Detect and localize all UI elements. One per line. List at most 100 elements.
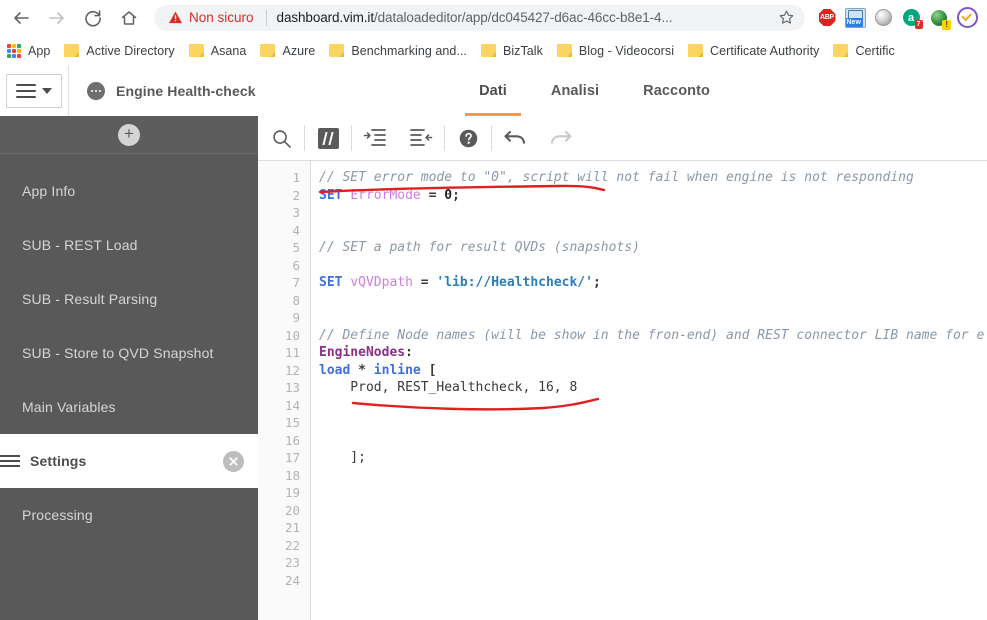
sidebar-item-sub-result-parsing[interactable]: SUB - Result Parsing bbox=[0, 272, 258, 326]
code-token: inline bbox=[374, 363, 421, 378]
code-line: load * inline [ bbox=[319, 362, 987, 380]
grey-circle-extension-icon[interactable] bbox=[869, 4, 897, 32]
drag-handle-icon[interactable] bbox=[0, 455, 20, 467]
security-indicator[interactable]: Non sicuro bbox=[168, 10, 254, 25]
address-bar[interactable]: Non sicuro dashboard.vim.it/dataloadedit… bbox=[154, 5, 805, 31]
code-token bbox=[421, 188, 429, 203]
bookmark-star-icon[interactable] bbox=[778, 9, 795, 26]
sidebar-item-main-variables[interactable]: Main Variables bbox=[0, 380, 258, 434]
code-token: ; bbox=[452, 188, 460, 203]
sidebar-item-sub-store-to-qvd-snapshot[interactable]: SUB - Store to QVD Snapshot bbox=[0, 326, 258, 380]
code-token: ; bbox=[593, 275, 601, 290]
hamburger-icon bbox=[16, 84, 36, 98]
help-icon[interactable] bbox=[445, 116, 491, 160]
back-icon[interactable] bbox=[6, 3, 36, 33]
add-section-button[interactable]: + bbox=[118, 124, 140, 146]
url-text: dashboard.vim.it/dataloadeditor/app/dc04… bbox=[277, 10, 770, 25]
globe-extension-icon[interactable]: ! bbox=[925, 4, 953, 32]
sidebar-item-app-info[interactable]: App Info bbox=[0, 164, 258, 218]
forward-icon[interactable] bbox=[42, 3, 72, 33]
code-line bbox=[319, 432, 987, 450]
code-area[interactable]: 1 2 3 4 5 6 7 8 9 10 11 12 13 14 15 16 1… bbox=[258, 161, 987, 620]
grey-circle-glyph bbox=[875, 9, 892, 26]
sidebar-header: + bbox=[0, 116, 258, 154]
sidebar-item-processing[interactable]: Processing bbox=[0, 488, 258, 542]
line-number: 13 bbox=[258, 379, 310, 397]
code-line: EngineNodes: bbox=[319, 344, 987, 362]
home-icon[interactable] bbox=[114, 3, 144, 33]
bookmark-app[interactable]: App bbox=[0, 40, 57, 62]
line-number: 24 bbox=[258, 572, 310, 590]
code-line: // Define Node names (will be show in th… bbox=[319, 327, 987, 345]
code-text[interactable]: // SET error mode to "0", script will no… bbox=[311, 161, 987, 620]
sidebar-item-label: App Info bbox=[22, 183, 75, 199]
bookmark-label: BizTalk bbox=[503, 44, 543, 58]
code-line: SET vQVDpath = 'lib://Healthcheck/'; bbox=[319, 274, 987, 292]
bookmark-asana[interactable]: Asana bbox=[182, 40, 254, 62]
code-token: 'lib://Healthcheck/' bbox=[436, 275, 593, 290]
line-number: 6 bbox=[258, 257, 310, 275]
bookmark-biztalk[interactable]: BizTalk bbox=[474, 40, 550, 62]
code-line bbox=[319, 292, 987, 310]
folder-icon bbox=[189, 44, 204, 57]
sidebar-item-label: SUB - Result Parsing bbox=[22, 291, 157, 307]
newbox-glyph: New bbox=[845, 8, 866, 28]
folder-icon bbox=[688, 44, 703, 57]
code-line: // SET error mode to "0", script will no… bbox=[319, 169, 987, 187]
comment-glyph bbox=[318, 128, 339, 149]
undo-icon[interactable] bbox=[492, 116, 538, 160]
navigation-menu-button[interactable] bbox=[6, 74, 62, 108]
sidebar-item-settings[interactable]: Settings bbox=[0, 434, 258, 488]
line-number: 11 bbox=[258, 344, 310, 362]
security-label: Non sicuro bbox=[189, 10, 254, 25]
sidebar-item-label: Main Variables bbox=[22, 399, 116, 415]
avast-extension-icon[interactable]: a 7 bbox=[897, 4, 925, 32]
avast-letter: a bbox=[908, 12, 914, 24]
close-icon[interactable] bbox=[223, 451, 244, 472]
line-number: 9 bbox=[258, 309, 310, 327]
bookmarks-bar: App Active Directory Asana Azure Benchma… bbox=[0, 35, 987, 67]
line-number: 21 bbox=[258, 519, 310, 537]
redo-icon[interactable] bbox=[538, 116, 584, 160]
tab-racconto[interactable]: Racconto bbox=[621, 66, 732, 116]
bookmark-certific[interactable]: Certific bbox=[826, 40, 901, 62]
line-number: 19 bbox=[258, 484, 310, 502]
line-number: 12 bbox=[258, 362, 310, 380]
avast-badge: 7 bbox=[915, 20, 923, 29]
search-icon[interactable] bbox=[258, 116, 304, 160]
app-menu-icon[interactable] bbox=[87, 82, 105, 100]
comment-icon[interactable] bbox=[305, 116, 351, 160]
chevron-down-icon bbox=[42, 88, 52, 94]
line-number: 2 bbox=[258, 187, 310, 205]
sidebar-item-sub-rest-load[interactable]: SUB - REST Load bbox=[0, 218, 258, 272]
bookmark-label: Active Directory bbox=[86, 44, 174, 58]
tab-analisi[interactable]: Analisi bbox=[529, 66, 621, 116]
line-number: 3 bbox=[258, 204, 310, 222]
code-line bbox=[319, 467, 987, 485]
bookmark-label: Benchmarking and... bbox=[351, 44, 467, 58]
code-token: 0 bbox=[444, 188, 452, 203]
bookmark-benchmarking[interactable]: Benchmarking and... bbox=[322, 40, 474, 62]
reload-icon[interactable] bbox=[78, 3, 108, 33]
outdent-icon[interactable] bbox=[398, 116, 444, 160]
line-number: 5 bbox=[258, 239, 310, 257]
check-extension-icon[interactable] bbox=[953, 4, 981, 32]
tab-dati[interactable]: Dati bbox=[457, 66, 529, 116]
sidebar-item-label: Processing bbox=[22, 507, 93, 523]
indent-icon[interactable] bbox=[352, 116, 398, 160]
avast-glyph: a 7 bbox=[903, 9, 920, 26]
bookmark-active-directory[interactable]: Active Directory bbox=[57, 40, 181, 62]
code-line bbox=[319, 257, 987, 275]
folder-icon bbox=[64, 44, 79, 57]
bookmark-certificate-authority[interactable]: Certificate Authority bbox=[681, 40, 826, 62]
line-number: 18 bbox=[258, 467, 310, 485]
line-number: 15 bbox=[258, 414, 310, 432]
bookmark-blog-videocorsi[interactable]: Blog - Videocorsi bbox=[550, 40, 681, 62]
adblock-plus-extension-icon[interactable]: ABP bbox=[813, 4, 841, 32]
code-token: ]; bbox=[319, 450, 366, 465]
code-line bbox=[319, 222, 987, 240]
bookmark-azure[interactable]: Azure bbox=[253, 40, 322, 62]
url-host: dashboard.vim.it bbox=[277, 10, 374, 25]
newbox-label: New bbox=[845, 18, 863, 27]
new-tab-extension-icon[interactable]: New bbox=[841, 4, 869, 32]
